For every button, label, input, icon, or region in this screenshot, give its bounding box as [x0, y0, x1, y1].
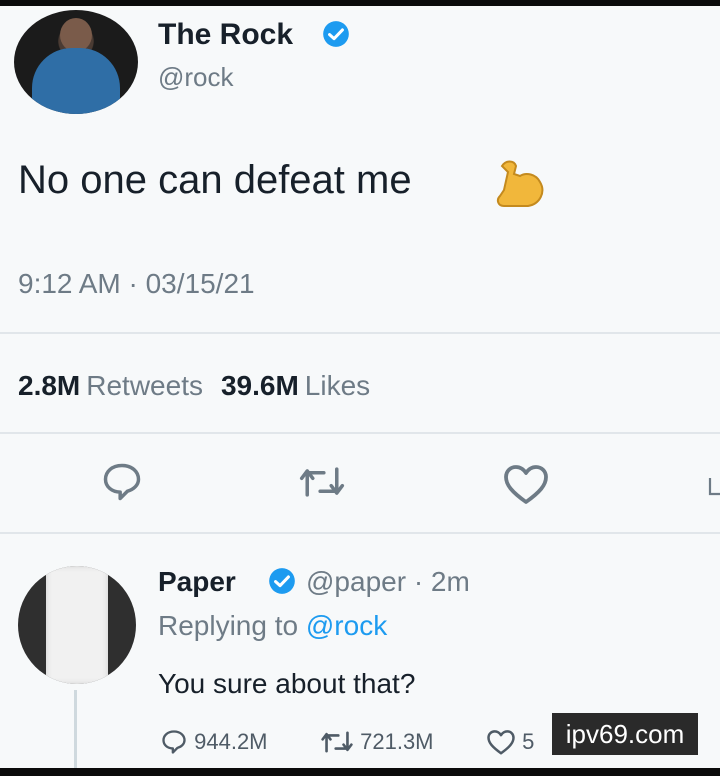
- tweet-screen: The Rock @rock No one can defeat me 9:12…: [0, 6, 720, 768]
- paper-sheet: [46, 566, 108, 684]
- tweet-text: No one can defeat me: [18, 158, 412, 202]
- thread-line: [74, 690, 77, 768]
- retweet-label[interactable]: Retweets: [86, 370, 203, 401]
- reply-text: You sure about that?: [158, 668, 416, 699]
- reply-like-action[interactable]: 5: [486, 728, 534, 756]
- divider: [0, 532, 720, 534]
- reply-author-avatar[interactable]: [18, 566, 136, 684]
- verified-badge-icon: [323, 21, 349, 47]
- author-avatar[interactable]: [14, 10, 138, 114]
- divider: [0, 432, 720, 434]
- author-name[interactable]: The Rock: [158, 18, 293, 52]
- avatar-shirt: [32, 48, 120, 114]
- retweet-icon[interactable]: [298, 462, 346, 502]
- tweet-stats: 2.8M Retweets 39.6M Likes: [18, 370, 388, 402]
- share-icon[interactable]: [704, 470, 720, 500]
- avatar-head: [60, 18, 92, 52]
- like-icon: [487, 730, 515, 755]
- reply-reply-action[interactable]: 944.2M: [160, 728, 268, 756]
- flexed-biceps-emoji: [496, 160, 544, 207]
- watermark: ipv69.com: [552, 713, 698, 755]
- reply-icon[interactable]: [100, 460, 144, 504]
- like-icon[interactable]: [502, 462, 550, 506]
- reply-retweet-count: 721.3M: [360, 729, 434, 755]
- author-handle[interactable]: @rock: [158, 62, 234, 93]
- reply-time[interactable]: · 2m: [414, 566, 470, 597]
- like-count[interactable]: 39.6M: [221, 370, 299, 401]
- reply-retweet-action[interactable]: 721.3M: [320, 728, 434, 756]
- like-label[interactable]: Likes: [305, 370, 370, 401]
- reply-author-handle[interactable]: @paper: [306, 566, 406, 597]
- reply-count: 944.2M: [194, 729, 268, 755]
- divider: [0, 332, 720, 334]
- tweet-timestamp[interactable]: 9:12 AM · 03/15/21: [18, 268, 255, 300]
- reply-handle-time: @paper · 2m: [306, 566, 470, 598]
- reply-icon: [162, 730, 186, 754]
- replying-to: Replying to @rock: [158, 610, 387, 642]
- replying-prefix: Replying to: [158, 610, 299, 641]
- replying-handle-link[interactable]: @rock: [306, 610, 387, 641]
- reply-author-name[interactable]: Paper: [158, 566, 236, 598]
- retweet-icon: [321, 731, 353, 753]
- retweet-count[interactable]: 2.8M: [18, 370, 80, 401]
- reply-like-count: 5: [522, 729, 535, 755]
- verified-badge-icon: [269, 568, 295, 594]
